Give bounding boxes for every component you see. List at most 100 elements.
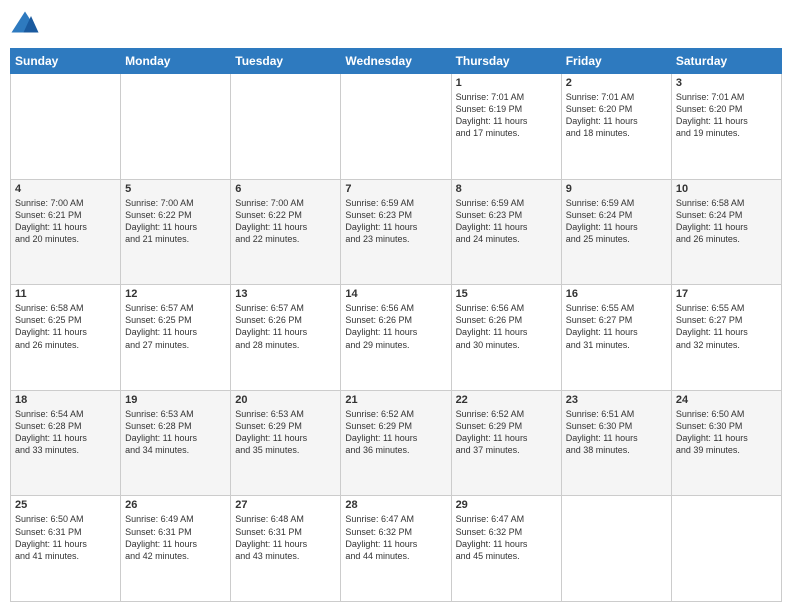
day-number: 18 [15,394,116,406]
day-number: 12 [125,288,226,300]
calendar-cell: 11 Sunrise: 6:58 AM Sunset: 6:25 PM Dayli… [11,285,121,391]
day-number: 13 [235,288,336,300]
calendar-cell: 10 Sunrise: 6:58 AM Sunset: 6:24 PM Dayli… [671,179,781,285]
day-of-week-header: Tuesday [231,49,341,74]
day-number: 26 [125,499,226,511]
calendar-cell: 28Sunrise: 6:47 AM Sunset: 6:32 PM Dayli… [341,496,451,602]
calendar-cell: 24 Sunrise: 6:50 AM Sunset: 6:30 PM Dayli… [671,390,781,496]
calendar-cell: 6 Sunrise: 7:00 AM Sunset: 6:22 PM Daylig… [231,179,341,285]
cell-content: Sunrise: 6:57 AM Sunset: 6:26 PM Dayligh… [235,302,336,351]
page: SundayMondayTuesdayWednesdayThursdayFrid… [0,0,792,612]
cell-content: Sunrise: 7:01 AM Sunset: 6:20 PM Dayligh… [676,91,777,140]
cell-content: Sunrise: 6:54 AM Sunset: 6:28 PM Dayligh… [15,408,116,457]
cell-content: Sunrise: 6:52 AM Sunset: 6:29 PM Dayligh… [345,408,446,457]
calendar-body: 1 Sunrise: 7:01 AM Sunset: 6:19 PM Daylig… [11,74,782,602]
cell-content: Sunrise: 6:48 AM Sunset: 6:31 PM Dayligh… [235,513,336,562]
day-number: 5 [125,183,226,195]
day-of-week-header: Wednesday [341,49,451,74]
calendar-cell [561,496,671,602]
cell-content: Sunrise: 6:59 AM Sunset: 6:24 PM Dayligh… [566,197,667,246]
day-number: 10 [676,183,777,195]
day-number: 4 [15,183,116,195]
calendar-table: SundayMondayTuesdayWednesdayThursdayFrid… [10,48,782,602]
day-number: 19 [125,394,226,406]
day-number: 8 [456,183,557,195]
day-number: 28 [345,499,446,511]
cell-content: Sunrise: 6:49 AM Sunset: 6:31 PM Dayligh… [125,513,226,562]
calendar-cell: 25Sunrise: 6:50 AM Sunset: 6:31 PM Dayli… [11,496,121,602]
cell-content: Sunrise: 6:56 AM Sunset: 6:26 PM Dayligh… [456,302,557,351]
header [10,10,782,40]
day-number: 15 [456,288,557,300]
calendar-week-row: 25Sunrise: 6:50 AM Sunset: 6:31 PM Dayli… [11,496,782,602]
cell-content: Sunrise: 6:53 AM Sunset: 6:29 PM Dayligh… [235,408,336,457]
calendar-cell: 19 Sunrise: 6:53 AM Sunset: 6:28 PM Dayli… [121,390,231,496]
day-number: 22 [456,394,557,406]
calendar-cell: 9Sunrise: 6:59 AM Sunset: 6:24 PM Daylig… [561,179,671,285]
day-number: 6 [235,183,336,195]
calendar-cell: 5 Sunrise: 7:00 AM Sunset: 6:22 PM Daylig… [121,179,231,285]
calendar-week-row: 11 Sunrise: 6:58 AM Sunset: 6:25 PM Dayli… [11,285,782,391]
day-number: 7 [345,183,446,195]
calendar-week-row: 18 Sunrise: 6:54 AM Sunset: 6:28 PM Dayli… [11,390,782,496]
calendar-cell: 2 Sunrise: 7:01 AM Sunset: 6:20 PM Daylig… [561,74,671,180]
day-number: 1 [456,77,557,89]
cell-content: Sunrise: 6:50 AM Sunset: 6:30 PM Dayligh… [676,408,777,457]
cell-content: Sunrise: 7:00 AM Sunset: 6:22 PM Dayligh… [125,197,226,246]
cell-content: Sunrise: 6:56 AM Sunset: 6:26 PM Dayligh… [345,302,446,351]
day-number: 20 [235,394,336,406]
day-of-week-header: Sunday [11,49,121,74]
day-number: 2 [566,77,667,89]
cell-content: Sunrise: 6:57 AM Sunset: 6:25 PM Dayligh… [125,302,226,351]
cell-content: Sunrise: 6:52 AM Sunset: 6:29 PM Dayligh… [456,408,557,457]
cell-content: Sunrise: 6:53 AM Sunset: 6:28 PM Dayligh… [125,408,226,457]
day-number: 3 [676,77,777,89]
calendar-cell: 21Sunrise: 6:52 AM Sunset: 6:29 PM Dayli… [341,390,451,496]
calendar-cell [231,74,341,180]
logo [10,10,44,40]
day-number: 11 [15,288,116,300]
logo-icon [10,10,40,40]
day-of-week-header: Friday [561,49,671,74]
day-of-week-header: Saturday [671,49,781,74]
cell-content: Sunrise: 6:58 AM Sunset: 6:25 PM Dayligh… [15,302,116,351]
calendar-cell: 15 Sunrise: 6:56 AM Sunset: 6:26 PM Dayli… [451,285,561,391]
calendar-cell: 4 Sunrise: 7:00 AM Sunset: 6:21 PM Daylig… [11,179,121,285]
calendar-cell: 23 Sunrise: 6:51 AM Sunset: 6:30 PM Dayli… [561,390,671,496]
calendar-cell: 8Sunrise: 6:59 AM Sunset: 6:23 PM Daylig… [451,179,561,285]
day-of-week-header: Monday [121,49,231,74]
calendar-cell: 29Sunrise: 6:47 AM Sunset: 6:32 PM Dayli… [451,496,561,602]
calendar-cell: 27 Sunrise: 6:48 AM Sunset: 6:31 PM Dayli… [231,496,341,602]
calendar-cell [121,74,231,180]
cell-content: Sunrise: 6:51 AM Sunset: 6:30 PM Dayligh… [566,408,667,457]
calendar-cell: 20 Sunrise: 6:53 AM Sunset: 6:29 PM Dayli… [231,390,341,496]
cell-content: Sunrise: 7:00 AM Sunset: 6:22 PM Dayligh… [235,197,336,246]
day-number: 27 [235,499,336,511]
calendar-cell: 13 Sunrise: 6:57 AM Sunset: 6:26 PM Dayli… [231,285,341,391]
calendar-cell: 18 Sunrise: 6:54 AM Sunset: 6:28 PM Dayli… [11,390,121,496]
day-number: 17 [676,288,777,300]
cell-content: Sunrise: 6:59 AM Sunset: 6:23 PM Dayligh… [345,197,446,246]
day-number: 25 [15,499,116,511]
calendar-cell: 3 Sunrise: 7:01 AM Sunset: 6:20 PM Daylig… [671,74,781,180]
cell-content: Sunrise: 6:55 AM Sunset: 6:27 PM Dayligh… [676,302,777,351]
calendar-week-row: 1 Sunrise: 7:01 AM Sunset: 6:19 PM Daylig… [11,74,782,180]
day-number: 29 [456,499,557,511]
cell-content: Sunrise: 7:00 AM Sunset: 6:21 PM Dayligh… [15,197,116,246]
calendar-cell: 22 Sunrise: 6:52 AM Sunset: 6:29 PM Dayli… [451,390,561,496]
calendar-cell: 16Sunrise: 6:55 AM Sunset: 6:27 PM Dayli… [561,285,671,391]
calendar-cell [671,496,781,602]
cell-content: Sunrise: 6:58 AM Sunset: 6:24 PM Dayligh… [676,197,777,246]
calendar-week-row: 4 Sunrise: 7:00 AM Sunset: 6:21 PM Daylig… [11,179,782,285]
cell-content: Sunrise: 7:01 AM Sunset: 6:19 PM Dayligh… [456,91,557,140]
day-number: 14 [345,288,446,300]
calendar-cell: 12 Sunrise: 6:57 AM Sunset: 6:25 PM Dayli… [121,285,231,391]
calendar-cell: 7 Sunrise: 6:59 AM Sunset: 6:23 PM Daylig… [341,179,451,285]
calendar-cell [341,74,451,180]
calendar-cell: 14 Sunrise: 6:56 AM Sunset: 6:26 PM Dayli… [341,285,451,391]
day-number: 23 [566,394,667,406]
day-number: 24 [676,394,777,406]
cell-content: Sunrise: 6:55 AM Sunset: 6:27 PM Dayligh… [566,302,667,351]
cell-content: Sunrise: 7:01 AM Sunset: 6:20 PM Dayligh… [566,91,667,140]
calendar-cell: 17 Sunrise: 6:55 AM Sunset: 6:27 PM Dayli… [671,285,781,391]
